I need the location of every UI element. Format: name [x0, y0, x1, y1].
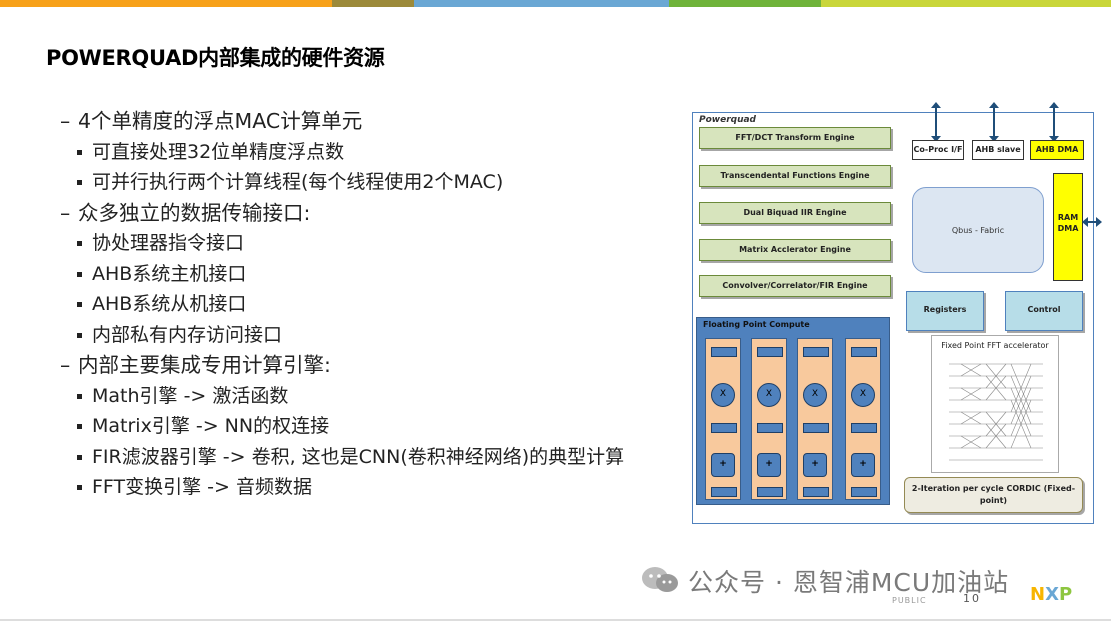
bullet-level2: AHB系统主机接口: [60, 259, 680, 290]
nxp-logo-x: X: [1045, 584, 1059, 605]
engine-biquad-iir: Dual Biquad IIR Engine: [699, 202, 891, 224]
diagram-label: Powerquad: [699, 115, 757, 125]
fpc-bar: [711, 347, 737, 357]
ram-dma-box: RAM DMA: [1053, 173, 1083, 281]
engine-transcendental: Transcendental Functions Engine: [699, 165, 891, 187]
multiply-unit: X: [803, 383, 827, 407]
fpc-bar: [803, 487, 829, 497]
ahb-slave-arrow: [989, 102, 999, 142]
nxp-logo-n: N: [1030, 584, 1046, 605]
bullet-level2: FFT变换引擎 -> 音频数据: [60, 472, 680, 503]
top-bar-segment: [332, 0, 414, 7]
add-unit: +: [851, 453, 875, 477]
control-box: Control: [1005, 291, 1083, 331]
top-bar-segment: [669, 0, 821, 7]
public-label: PUBLIC: [892, 596, 927, 605]
add-unit: +: [757, 453, 781, 477]
cordic-box: 2-Iteration per cycle CORDIC (Fixed-poin…: [904, 477, 1083, 513]
fpc-bar: [851, 423, 877, 433]
bullet-list: 4个单精度的浮点MAC计算单元 可直接处理32位单精度浮点数 可并行执行两个计算…: [60, 106, 680, 503]
wechat-icon: [642, 567, 678, 592]
nxp-logo-p: P: [1058, 584, 1073, 605]
coproc-arrow: [931, 102, 941, 142]
bullet-level2: 内部私有内存访问接口: [60, 320, 680, 351]
fpc-label: Floating Point Compute: [703, 320, 810, 329]
add-unit: +: [711, 453, 735, 477]
ram-dma-arrow: [1082, 217, 1102, 227]
fixed-point-fft-accelerator: Fixed Point FFT accelerator: [931, 335, 1059, 473]
engine-convolver-fir: Convolver/Correlator/FIR Engine: [699, 275, 891, 297]
multiply-unit: X: [757, 383, 781, 407]
dma-label: DMA: [1057, 224, 1079, 233]
multiply-unit: X: [711, 383, 735, 407]
bullet-level1: 众多独立的数据传输接口:: [60, 198, 680, 229]
slide-title: POWERQUAD内部集成的硬件资源: [46, 46, 385, 70]
fpc-lane: X +: [797, 338, 833, 500]
multiply-unit: X: [851, 383, 875, 407]
fpc-lane: X +: [751, 338, 787, 500]
floating-point-compute: Floating Point Compute X + X + X + X +: [696, 317, 890, 505]
ahb-dma-arrow: [1049, 102, 1059, 142]
bullet-level2: FIR滤波器引擎 -> 卷积, 这也是CNN(卷积神经网络)的典型计算: [60, 442, 680, 473]
top-bar-segment: [0, 0, 332, 7]
fpc-bar: [711, 423, 737, 433]
watermark-text: 公众号 · 恩智浦MCU加油站: [688, 568, 1010, 597]
bullet-level1: 内部主要集成专用计算引擎:: [60, 350, 680, 381]
fpc-bar: [803, 347, 829, 357]
butterfly-diagram-icon: [949, 363, 1043, 461]
top-color-bar: [0, 0, 1111, 7]
ahb-slave-box: AHB slave: [972, 140, 1024, 160]
fpc-bar: [851, 487, 877, 497]
fpc-lane: X +: [845, 338, 881, 500]
fpc-lane: X +: [705, 338, 741, 500]
fft-accel-label: Fixed Point FFT accelerator: [941, 341, 1049, 350]
bullet-level1: 4个单精度的浮点MAC计算单元: [60, 106, 680, 137]
ahb-dma-box: AHB DMA: [1030, 140, 1084, 160]
fpc-bar: [757, 487, 783, 497]
ram-label: RAM: [1057, 213, 1079, 222]
bullet-level2: 可并行执行两个计算线程(每个线程使用2个MAC): [60, 167, 680, 198]
fpc-bar: [757, 347, 783, 357]
bullet-level2: 协处理器指令接口: [60, 228, 680, 259]
engine-fft-dct: FFT/DCT Transform Engine: [699, 127, 891, 149]
bullet-level2: Math引擎 -> 激活函数: [60, 381, 680, 412]
registers-box: Registers: [906, 291, 984, 331]
fpc-bar: [851, 347, 877, 357]
fpc-bar: [757, 423, 783, 433]
page-number: 10: [963, 592, 981, 605]
bullet-level2: AHB系统从机接口: [60, 289, 680, 320]
bottom-divider: [0, 619, 1111, 621]
engine-matrix: Matrix Acclerator Engine: [699, 239, 891, 261]
fpc-bar: [711, 487, 737, 497]
top-bar-segment: [821, 0, 1111, 7]
bullet-level2: 可直接处理32位单精度浮点数: [60, 137, 680, 168]
bullet-level2: Matrix引擎 -> NN的权连接: [60, 411, 680, 442]
powerquad-diagram: Powerquad FFT/DCT Transform Engine Trans…: [692, 102, 1102, 524]
add-unit: +: [803, 453, 827, 477]
top-bar-segment: [414, 0, 669, 7]
nxp-logo: NXP: [1030, 584, 1078, 606]
fpc-bar: [803, 423, 829, 433]
coproc-if-box: Co-Proc I/F: [912, 140, 964, 160]
qbus-fabric: Qbus - Fabric: [912, 187, 1044, 273]
